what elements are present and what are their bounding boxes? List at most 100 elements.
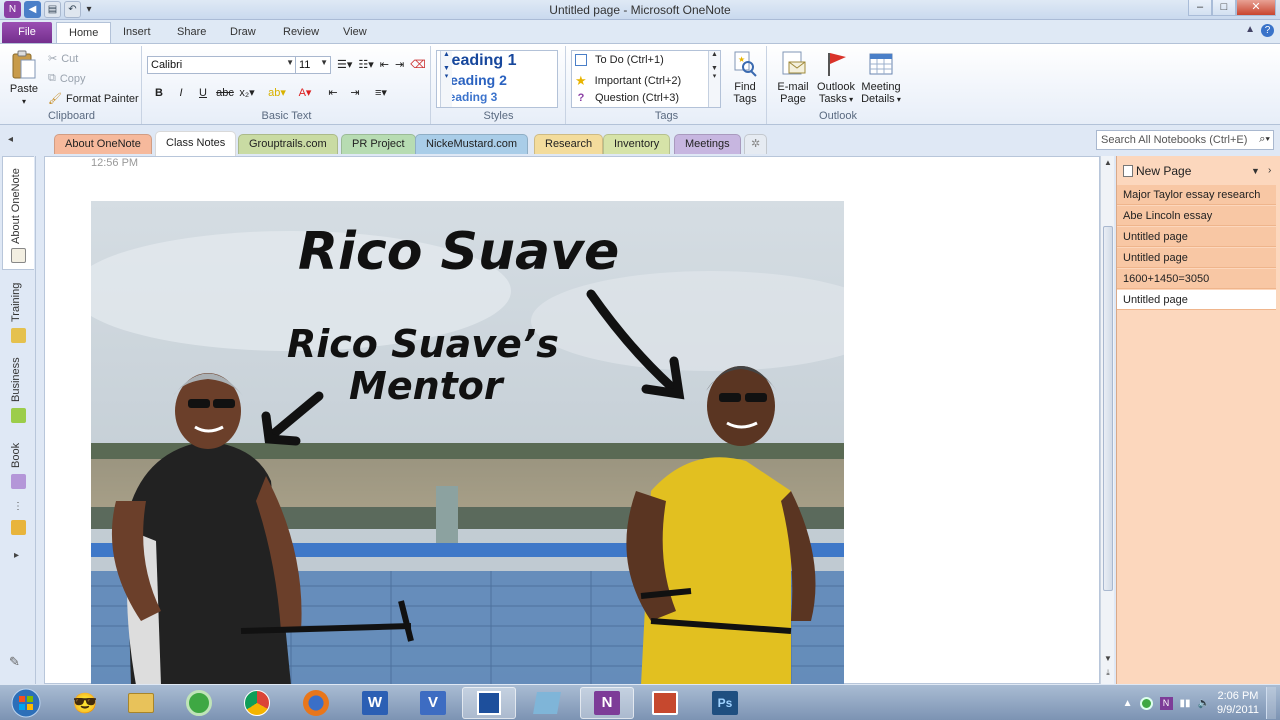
close-button[interactable]: ✕ bbox=[1236, 0, 1276, 16]
email-page-button[interactable]: E-mail Page bbox=[772, 50, 814, 105]
scroll-thumb[interactable] bbox=[1103, 226, 1113, 591]
outdent-icon[interactable]: ⇤ bbox=[323, 86, 343, 99]
taskbar-app-powerpoint[interactable] bbox=[638, 687, 692, 719]
tab-draw[interactable]: Draw bbox=[218, 22, 268, 43]
notebook-icon[interactable] bbox=[11, 474, 26, 489]
start-button[interactable] bbox=[2, 687, 50, 719]
cut-button[interactable]: ✂ Cut bbox=[48, 52, 78, 66]
clear-formatting-icon[interactable]: ⌫ bbox=[410, 58, 426, 71]
taskbar-app-explorer[interactable] bbox=[114, 687, 168, 719]
section-tab-inventory[interactable]: Inventory bbox=[603, 134, 671, 154]
onenote-tray-icon[interactable]: N bbox=[1159, 696, 1173, 710]
clock[interactable]: 2:06 PM 9/9/2011 bbox=[1217, 689, 1259, 717]
section-tab-nickemustard[interactable]: NickeMustard.com bbox=[415, 134, 529, 154]
section-tab-pr-project[interactable]: PR Project bbox=[341, 134, 416, 154]
tab-review[interactable]: Review bbox=[271, 22, 331, 43]
paste-button[interactable]: Paste ▾ bbox=[6, 50, 42, 108]
taskbar-app-word[interactable]: W bbox=[348, 687, 402, 719]
styles-gallery[interactable]: Heading 1 Heading 2 Heading 3 ▲ ▼ ▾ bbox=[436, 50, 558, 108]
tab-file[interactable]: File bbox=[2, 22, 52, 43]
notebook-about-onenote[interactable]: About OneNote bbox=[10, 160, 28, 244]
format-painter-button[interactable]: 🖌 Format Painter bbox=[48, 92, 139, 106]
font-name-field[interactable]: Calibri ▼ bbox=[147, 56, 297, 74]
show-desktop-button[interactable] bbox=[1266, 687, 1276, 719]
collapse-navigation-icon[interactable]: ◂ bbox=[8, 134, 13, 145]
tag-todo[interactable]: To Do (Ctrl+1) bbox=[575, 54, 664, 66]
section-tab-about-onenote[interactable]: About OneNote bbox=[54, 134, 152, 154]
strikethrough-icon[interactable]: abc bbox=[215, 87, 235, 99]
notebook-icon[interactable] bbox=[11, 328, 26, 343]
scroll-up-icon[interactable]: ▲ bbox=[1101, 158, 1115, 167]
meeting-details-button[interactable]: Meeting Details ▾ bbox=[858, 50, 904, 106]
taskbar-app-sticky[interactable] bbox=[520, 687, 574, 719]
taskbar-app-photoshop[interactable]: Ps bbox=[698, 687, 752, 719]
styles-scroll[interactable]: ▲ ▼ ▾ bbox=[440, 51, 452, 107]
page-item[interactable]: Untitled page bbox=[1117, 227, 1276, 247]
taskbar-app-onenote[interactable]: N bbox=[580, 687, 634, 719]
font-size-field[interactable]: 11 ▼ bbox=[295, 56, 331, 74]
bold-icon[interactable]: B bbox=[149, 87, 169, 99]
tags-gallery[interactable]: To Do (Ctrl+1) ★ Important (Ctrl+2) ? Ques… bbox=[571, 50, 721, 108]
search-icon[interactable]: ⌕▾ bbox=[1259, 133, 1270, 146]
bullets-icon[interactable]: ☰▾ bbox=[337, 58, 352, 71]
page-scrollbar[interactable]: ▲ ▼ ⤓ bbox=[1100, 156, 1114, 684]
unfiled-notes-icon[interactable]: ✎ bbox=[9, 654, 20, 670]
taskbar-app-camtasia[interactable] bbox=[172, 687, 226, 719]
quick-notes-icon[interactable] bbox=[11, 520, 26, 535]
add-space-icon[interactable]: ⤓ bbox=[1101, 668, 1115, 678]
tags-scroll[interactable]: ▲ ▼ ▾ bbox=[708, 51, 720, 107]
section-tab-meetings[interactable]: Meetings bbox=[674, 134, 741, 154]
page-item-active[interactable]: Untitled page bbox=[1117, 290, 1276, 310]
section-tab-research[interactable]: Research bbox=[534, 134, 604, 154]
maximize-button[interactable]: □ bbox=[1212, 0, 1236, 16]
camtasia-tray-icon[interactable] bbox=[1139, 696, 1153, 710]
tab-home[interactable]: Home bbox=[56, 22, 112, 43]
page-item[interactable]: 1600+1450=3050 bbox=[1117, 269, 1276, 289]
tag-important[interactable]: ★ Important (Ctrl+2) bbox=[575, 73, 681, 89]
copy-button[interactable]: ⧉ Copy bbox=[48, 72, 86, 85]
new-section-icon[interactable]: ✲ bbox=[744, 134, 768, 154]
tab-view[interactable]: View bbox=[331, 22, 379, 43]
more-notebooks-icon[interactable]: ⋮ bbox=[13, 501, 23, 512]
page-item[interactable]: Untitled page bbox=[1117, 248, 1276, 268]
minimize-button[interactable]: – bbox=[1188, 0, 1212, 16]
new-page-dropdown-icon[interactable]: ▼ bbox=[1251, 166, 1260, 176]
italic-icon[interactable]: I bbox=[171, 87, 191, 99]
notebook-business[interactable]: Business bbox=[10, 356, 28, 402]
section-tab-class-notes[interactable]: Class Notes bbox=[155, 131, 237, 156]
page-canvas[interactable]: 12:56 PM Rico Suave Rico Suave’s Mentor bbox=[44, 156, 1100, 685]
tab-insert[interactable]: Insert bbox=[111, 22, 163, 43]
font-color-icon[interactable]: A▾ bbox=[295, 86, 315, 99]
show-hidden-icons[interactable]: ▲ bbox=[1123, 698, 1133, 709]
taskbar-app-chrome[interactable] bbox=[230, 687, 284, 719]
page-item[interactable]: Major Taylor essay research bbox=[1117, 185, 1276, 205]
taskbar-app-visio[interactable]: V bbox=[406, 687, 460, 719]
outlook-tasks-button[interactable]: Outlook Tasks ▾ bbox=[814, 50, 858, 106]
help-icon[interactable]: ? bbox=[1261, 24, 1274, 37]
minimize-ribbon-icon[interactable]: ▲ bbox=[1245, 24, 1255, 37]
indent-icon[interactable]: ⇥ bbox=[345, 86, 365, 99]
notebook-book[interactable]: Book bbox=[10, 438, 28, 468]
tag-question[interactable]: ? Question (Ctrl+3) bbox=[575, 92, 679, 104]
taskbar-app-firefox[interactable] bbox=[289, 687, 343, 719]
expand-icon[interactable]: ▸ bbox=[14, 550, 19, 561]
new-page-button[interactable]: New Page bbox=[1123, 164, 1191, 178]
page-item[interactable]: Abe Lincoln essay bbox=[1117, 206, 1276, 226]
search-input[interactable]: Search All Notebooks (Ctrl+E) ⌕▾ bbox=[1096, 130, 1274, 150]
decrease-indent-icon[interactable]: ⇤ bbox=[380, 58, 389, 71]
subscript-icon[interactable]: x₂▾ bbox=[237, 86, 257, 99]
section-tab-grouptrails[interactable]: Grouptrails.com bbox=[238, 134, 338, 154]
tab-share[interactable]: Share bbox=[165, 22, 218, 43]
numbering-icon[interactable]: ☷▾ bbox=[358, 58, 373, 71]
notebook-icon[interactable] bbox=[11, 248, 26, 263]
collapse-page-list-icon[interactable]: › bbox=[1268, 165, 1271, 176]
underline-icon[interactable]: U bbox=[193, 87, 213, 99]
volume-icon[interactable]: 🔈 bbox=[1198, 698, 1210, 709]
notebook-icon[interactable] bbox=[11, 408, 26, 423]
network-icon[interactable]: ▮▮ bbox=[1180, 698, 1191, 709]
align-icon[interactable]: ≡▾ bbox=[371, 86, 391, 99]
taskbar-app-snipping[interactable] bbox=[462, 687, 516, 719]
find-tags-button[interactable]: ★ Find Tags bbox=[727, 50, 763, 105]
scroll-down-icon[interactable]: ▼ bbox=[1101, 654, 1115, 663]
increase-indent-icon[interactable]: ⇥ bbox=[395, 58, 404, 71]
